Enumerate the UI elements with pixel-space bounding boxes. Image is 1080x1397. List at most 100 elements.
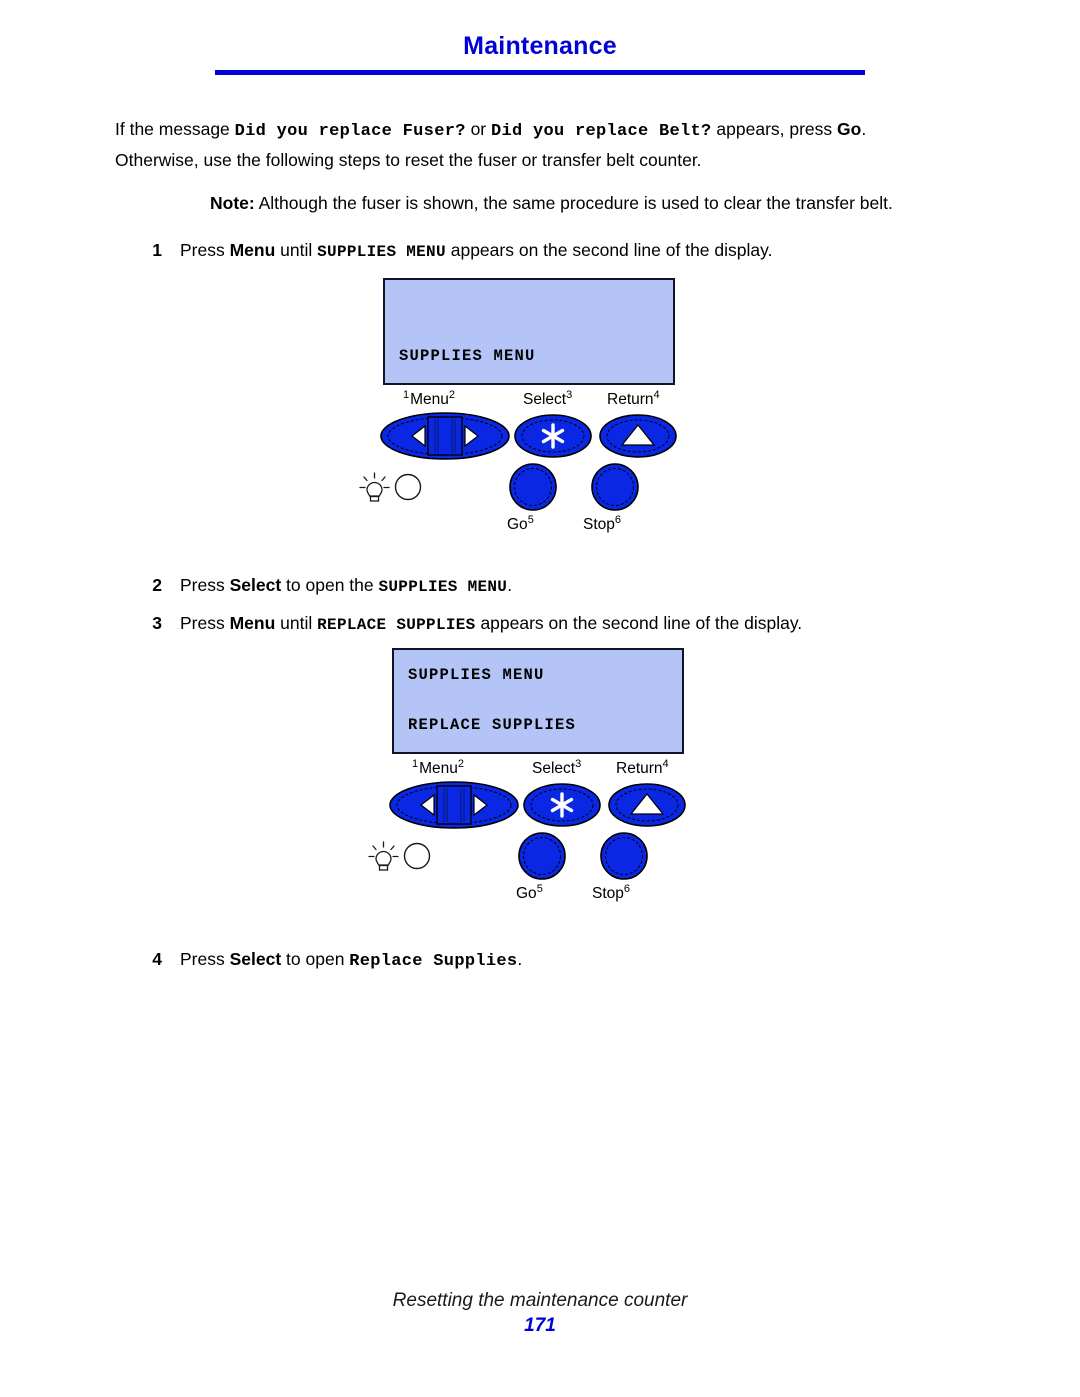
step-1-mid: until <box>275 240 318 260</box>
stop-label-text: Stop <box>592 885 624 903</box>
return-button[interactable] <box>599 414 677 458</box>
round-button-icon <box>600 832 648 880</box>
step-3-button-menu: Menu <box>229 613 276 633</box>
intro-message-belt: Did you replace Belt? <box>491 122 712 141</box>
left-right-arrows-icon <box>389 781 519 829</box>
intro-text-2: or <box>465 119 491 139</box>
step-2-mono: SUPPLIES MENU <box>378 578 508 596</box>
up-triangle-icon <box>599 414 677 458</box>
footer-text: Resetting the maintenance counter <box>392 1290 688 1311</box>
control-panel-illustration-2: SUPPLIES MENU REPLACE SUPPLIES 1Menu2 Se… <box>368 648 692 918</box>
select-label-text: Select <box>523 391 567 409</box>
step-4-post: . <box>517 949 523 969</box>
return-button-label: Return4 <box>616 758 669 778</box>
menu-button[interactable] <box>389 781 519 829</box>
intro-go-label: Go <box>837 119 862 139</box>
menu-button-label: 1Menu2 <box>403 389 455 409</box>
menu-button[interactable] <box>380 412 510 460</box>
return-label-num: 4 <box>653 389 660 401</box>
page-footer: Resetting the maintenance counter 171 <box>0 1290 1080 1337</box>
led-indicator-icon <box>403 842 431 870</box>
go-label-text: Go <box>507 516 528 534</box>
step-3-mid: until <box>275 613 318 633</box>
step-1-mono: SUPPLIES MENU <box>317 243 446 261</box>
lcd-display-1: SUPPLIES MENU <box>383 278 675 385</box>
select-button[interactable] <box>523 783 601 827</box>
stop-button[interactable] <box>600 832 648 880</box>
lightbulb-icon <box>359 472 422 502</box>
step-2-post: . <box>507 575 513 595</box>
page-title: Maintenance <box>463 32 617 60</box>
select-button[interactable] <box>514 414 592 458</box>
lightbulb-icon <box>368 841 431 871</box>
select-label-num: 3 <box>566 389 573 401</box>
indicator-group-2 <box>365 839 435 873</box>
go-label-text: Go <box>516 885 537 903</box>
step-2-pre: Press <box>180 575 230 595</box>
select-button-label: Select3 <box>532 758 581 778</box>
note-label: Note: <box>210 193 255 213</box>
go-label-num: 5 <box>527 514 534 526</box>
asterisk-icon <box>514 414 592 458</box>
page-header: Maintenance <box>0 32 1080 61</box>
go-button[interactable] <box>509 463 557 511</box>
left-right-arrows-icon <box>380 412 510 460</box>
step-3-mono: REPLACE SUPPLIES <box>317 616 476 634</box>
intro-text-4: . <box>861 119 867 139</box>
step-4-mono: Replace Supplies <box>349 952 518 971</box>
menu-label-num-right: 2 <box>457 758 465 770</box>
step-4: 4 Press Select to open Replace Supplies. <box>140 946 1000 975</box>
step-3-post: appears on the second line of the displa… <box>475 613 803 633</box>
intro-message-fuser: Did you replace Fuser? <box>234 122 466 141</box>
step-1: 1 Press Menu until SUPPLIES MENU appears… <box>140 237 1000 265</box>
lcd-display-2: SUPPLIES MENU REPLACE SUPPLIES <box>392 648 684 754</box>
intro-text-3: appears, press <box>711 119 838 139</box>
return-button[interactable] <box>608 783 686 827</box>
note-block: Note: Although the fuser is shown, the s… <box>210 190 1000 216</box>
select-label-text: Select <box>532 760 576 778</box>
step-2-button-select: Select <box>229 575 282 595</box>
lcd-line-2: SUPPLIES MENU <box>399 347 536 365</box>
go-button[interactable] <box>518 832 566 880</box>
return-label-text: Return <box>607 391 654 409</box>
intro-paragraph: If the message Did you replace Fuser? or… <box>115 115 995 174</box>
step-3: 3 Press Menu until REPLACE SUPPLIES appe… <box>140 610 1000 638</box>
select-button-label: Select3 <box>523 389 572 409</box>
step-1-button-menu: Menu <box>229 240 276 260</box>
stop-button[interactable] <box>591 463 639 511</box>
menu-button-label: 1Menu2 <box>412 758 464 778</box>
return-button-label: Return4 <box>607 389 660 409</box>
return-label-num: 4 <box>662 758 669 770</box>
menu-label-num-left: 1 <box>412 758 419 770</box>
lcd-line-1: SUPPLIES MENU <box>408 666 545 684</box>
step-1-number: 1 <box>152 240 162 260</box>
header-rule <box>215 70 865 75</box>
go-button-label: Go5 <box>516 883 543 903</box>
note-text: Although the fuser is shown, the same pr… <box>254 193 893 213</box>
go-button-label: Go5 <box>507 514 534 534</box>
step-4-number: 4 <box>152 949 162 969</box>
round-button-icon <box>509 463 557 511</box>
select-label-num: 3 <box>575 758 582 770</box>
round-button-icon <box>518 832 566 880</box>
go-label-num: 5 <box>536 883 543 895</box>
menu-label-text: Menu <box>419 760 458 778</box>
led-indicator-icon <box>394 473 422 501</box>
round-button-icon <box>591 463 639 511</box>
step-2: 2 Press Select to open the SUPPLIES MENU… <box>140 572 1000 600</box>
up-triangle-icon <box>608 783 686 827</box>
stop-label-num: 6 <box>614 514 622 526</box>
intro-text-1: If the message <box>115 119 235 139</box>
menu-label-num-left: 1 <box>403 389 410 401</box>
step-1-post: appears on the second line of the displa… <box>445 240 773 260</box>
indicator-group-1 <box>356 470 426 504</box>
step-2-mid: to open the <box>281 575 379 595</box>
step-3-pre: Press <box>180 613 230 633</box>
step-4-mid: to open <box>281 949 350 969</box>
step-4-pre: Press <box>180 949 230 969</box>
page-number: 171 <box>524 1315 556 1336</box>
step-4-button-select: Select <box>229 949 282 969</box>
stop-label-num: 6 <box>623 883 631 895</box>
stop-button-label: Stop6 <box>592 883 630 903</box>
menu-label-num-right: 2 <box>448 389 456 401</box>
